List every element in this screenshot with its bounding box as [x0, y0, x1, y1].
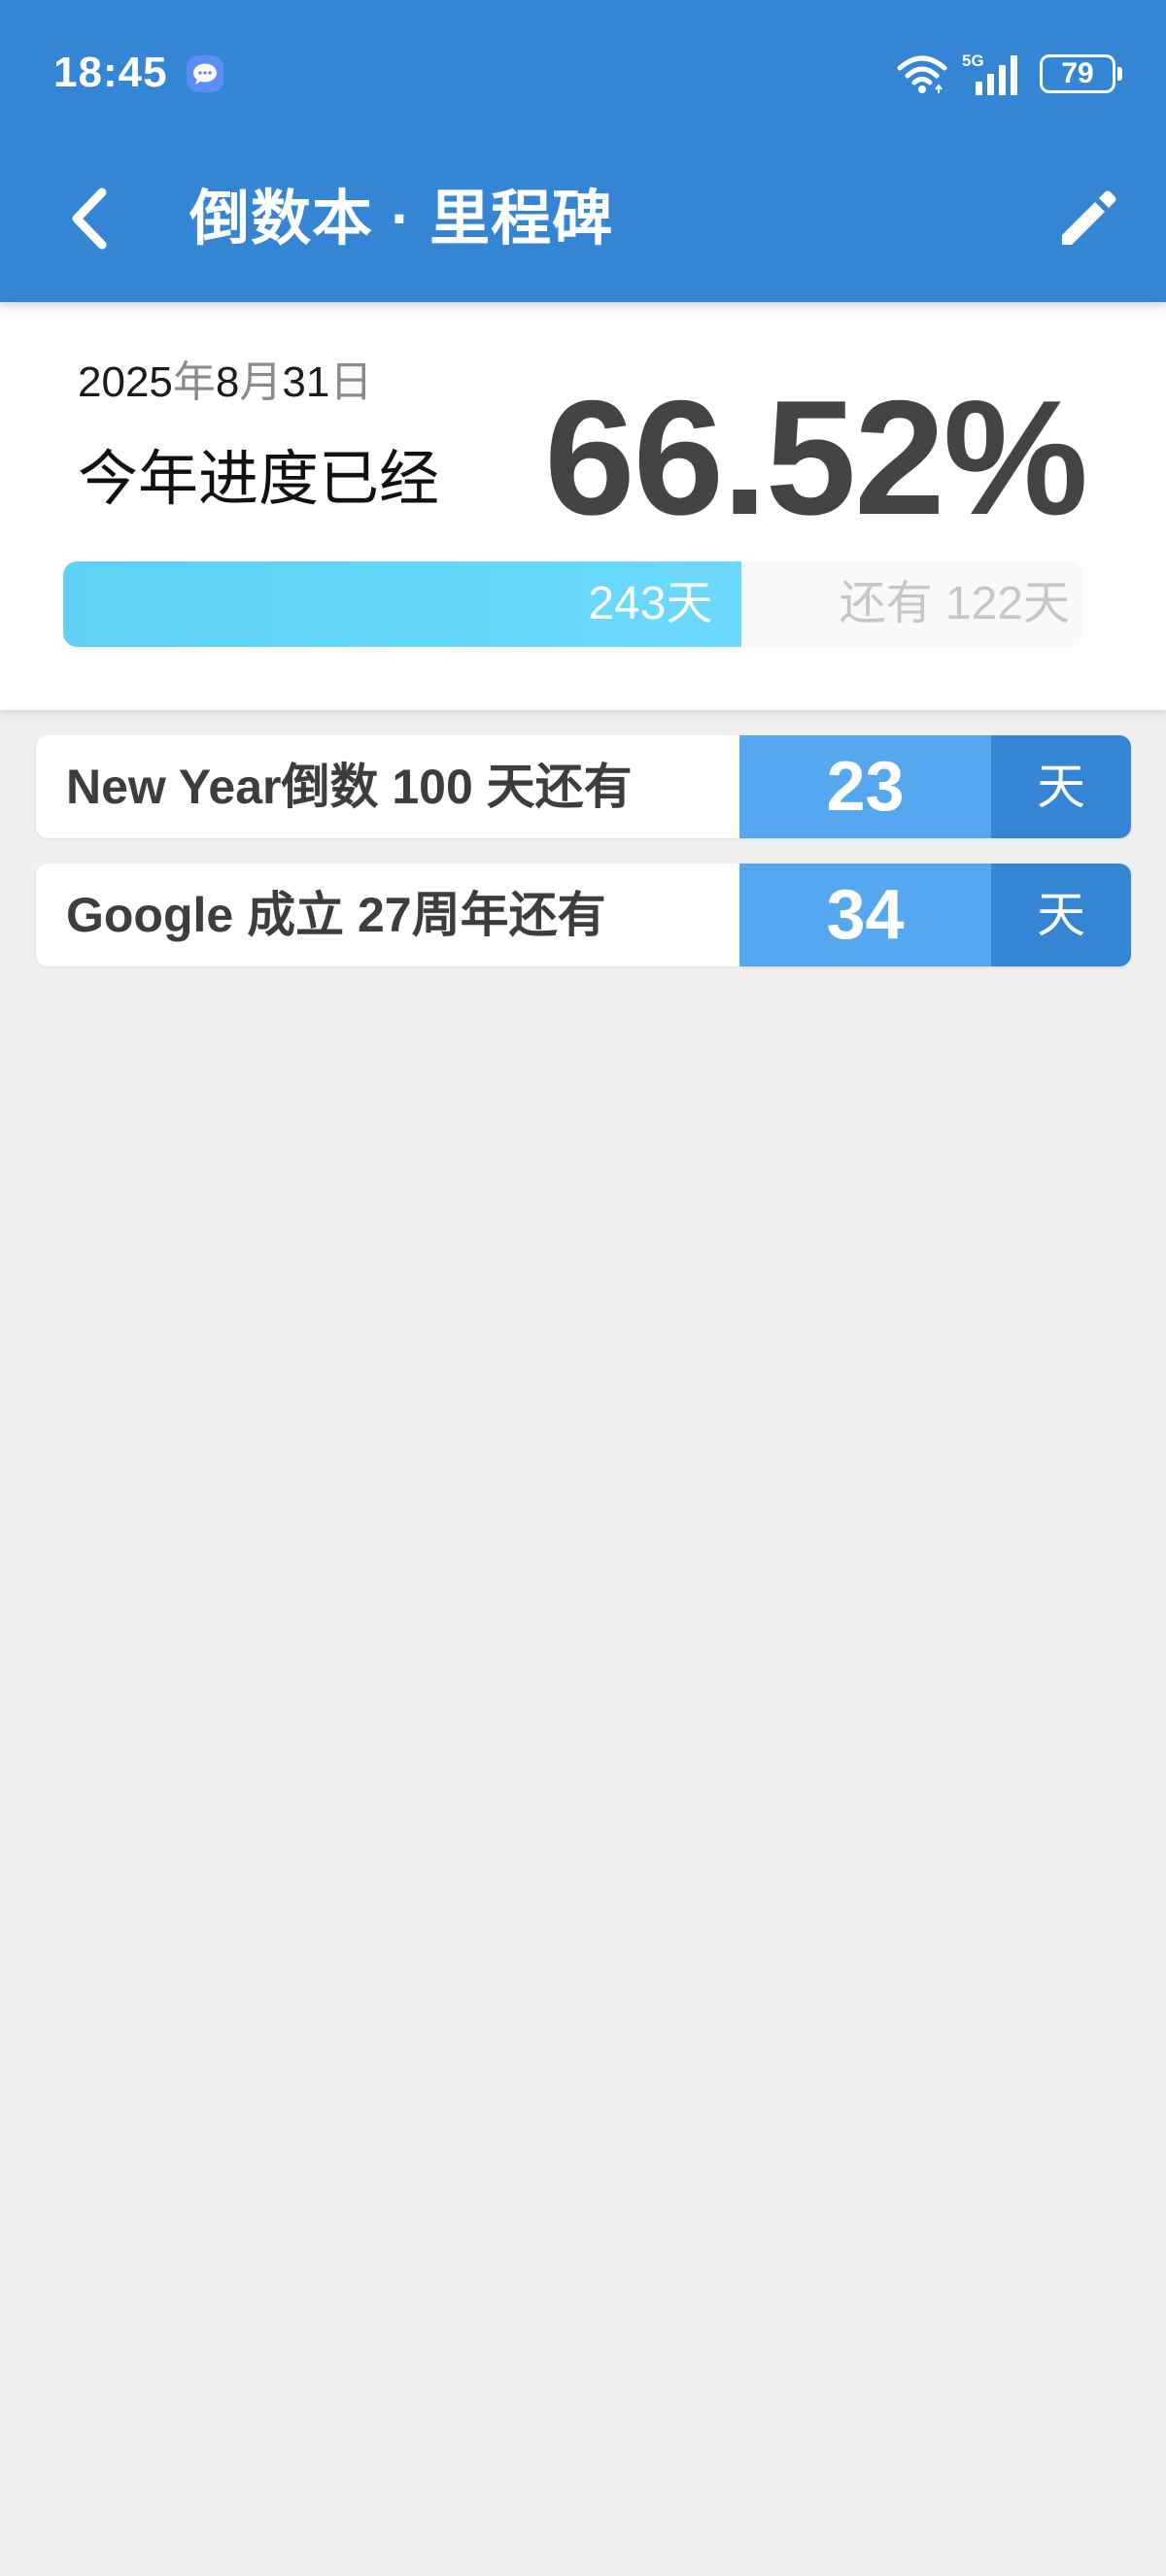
milestone-row[interactable]: New Year倒数 100 天还有 23 天	[36, 735, 1131, 838]
toolbar: 倒数本 · 里程碑	[0, 165, 1166, 272]
date-month-unit: 月	[239, 358, 283, 406]
progress-bar: 243天 还有 122天	[63, 561, 1083, 647]
date-year: 2025	[78, 358, 173, 406]
milestone-days-unit: 天	[991, 735, 1131, 838]
page-title: 倒数本 · 里程碑	[189, 186, 614, 253]
progress-label: 今年进度已经	[78, 446, 440, 513]
milestone-list: New Year倒数 100 天还有 23 天 Google 成立 27周年还有…	[36, 735, 1131, 992]
milestone-days-count: 23	[739, 735, 991, 838]
remaining-days: 还有 122天	[839, 578, 1070, 629]
date-year-unit: 年	[172, 358, 216, 406]
edit-button[interactable]	[1049, 180, 1127, 257]
app-header: 18:45 5G 79 倒数本 · 里程碑	[0, 0, 1166, 302]
date-day: 31	[282, 358, 330, 406]
signal-icon: 5G	[962, 51, 1017, 95]
elapsed-days: 243天	[588, 578, 713, 629]
date-month: 8	[215, 358, 240, 406]
status-icons: 5G 79	[896, 49, 1122, 99]
year-progress-card: 2025年8月31日 今年进度已经 66.52% 243天 还有 122天	[0, 302, 1166, 710]
back-arrow-icon	[72, 187, 107, 250]
milestone-title: New Year倒数 100 天还有	[66, 760, 633, 814]
wifi-icon	[897, 55, 947, 93]
edit-pencil-icon	[1062, 190, 1116, 245]
progress-bar-fill: 243天	[63, 561, 742, 647]
network-type-label: 5G	[962, 51, 984, 70]
current-date: 2025年8月31日	[78, 356, 372, 410]
progress-percent: 66.52%	[544, 366, 1088, 549]
battery-level: 79	[1061, 57, 1094, 89]
status-time: 18:45	[53, 49, 168, 96]
milestone-days-unit: 天	[991, 864, 1131, 966]
status-bar: 18:45 5G 79	[0, 0, 1166, 146]
back-button[interactable]	[54, 180, 122, 257]
date-day-unit: 日	[329, 358, 373, 406]
milestone-row[interactable]: Google 成立 27周年还有 34 天	[36, 864, 1131, 966]
battery-icon: 79	[1040, 54, 1122, 93]
milestone-days-count: 34	[739, 864, 991, 966]
milestone-title: Google 成立 27周年还有	[66, 888, 606, 942]
message-icon	[187, 55, 223, 92]
